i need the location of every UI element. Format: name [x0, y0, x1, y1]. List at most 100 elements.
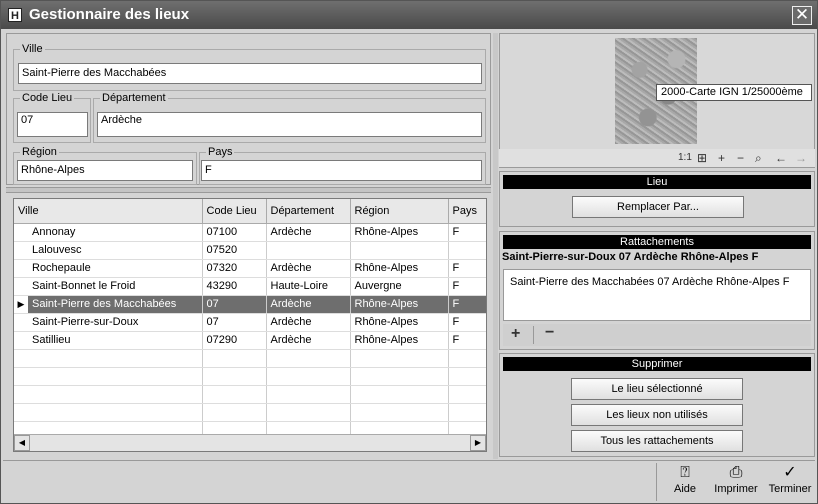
cell-pays[interactable]: F — [448, 295, 486, 314]
code-lieu-field[interactable]: 07 — [17, 112, 88, 137]
empty-cell — [14, 367, 28, 386]
cell-departement[interactable]: Ardèche — [266, 313, 351, 332]
table-row[interactable]: Lalouvesc 07520 — [14, 241, 486, 260]
help-button[interactable]: ⍰ Aide — [669, 463, 701, 495]
zoom-in-icon[interactable]: + — [718, 150, 725, 166]
table-row[interactable]: ▶ Saint-Pierre des Macchabées 07 Ardèche Rhô… — [14, 295, 486, 314]
cell-departement[interactable]: Haute-Loire — [266, 277, 351, 296]
rattachement-item[interactable]: Saint-Pierre des Macchabées 07 Ardèche R… — [504, 270, 810, 288]
cell-ville[interactable]: Rochepaule — [28, 259, 203, 278]
cell-region[interactable]: Rhône-Alpes — [350, 331, 449, 350]
empty-row — [14, 349, 486, 368]
pays-field[interactable]: F — [201, 160, 482, 181]
cell-departement[interactable]: Ardèche — [266, 331, 351, 350]
cell-code-lieu[interactable]: 07 — [202, 295, 267, 314]
cell-ville[interactable]: Satillieu — [28, 331, 203, 350]
help-icon: ⍰ — [680, 464, 690, 481]
back-arrow-icon[interactable]: ← — [775, 150, 787, 166]
printer-icon: ⎙ — [729, 464, 743, 481]
row-indicator-icon — [14, 241, 28, 260]
cell-departement[interactable]: Ardèche — [266, 223, 351, 242]
cell-pays[interactable]: F — [448, 223, 486, 242]
row-indicator-icon — [14, 223, 28, 242]
cell-pays[interactable]: F — [448, 277, 486, 296]
table-row[interactable]: Saint-Bonnet le Froid 43290 Haute-Loire Auv… — [14, 277, 486, 296]
cell-ville[interactable]: Saint-Pierre des Macchabées — [28, 295, 203, 314]
title-bar[interactable]: H Gestionnaire des lieux ✕ — [1, 1, 817, 29]
cell-departement[interactable]: Ardèche — [266, 295, 351, 314]
empty-cell — [448, 349, 486, 368]
region-label: Région — [20, 145, 59, 159]
cell-region[interactable]: Rhône-Alpes — [350, 313, 449, 332]
cell-pays[interactable]: F — [448, 313, 486, 332]
cell-ville[interactable]: Saint-Pierre-sur-Doux — [28, 313, 203, 332]
window: H Gestionnaire des lieux ✕ Ville Saint-P… — [0, 0, 818, 504]
cell-region[interactable]: Auvergne — [350, 277, 449, 296]
cell-region[interactable]: Rhône-Alpes — [350, 259, 449, 278]
search-icon[interactable]: ⌕ — [755, 150, 762, 166]
horizontal-scrollbar[interactable]: ◀ ▶ — [14, 434, 486, 451]
cell-pays[interactable] — [448, 241, 486, 260]
cell-region[interactable] — [350, 241, 449, 260]
cell-code-lieu[interactable]: 07320 — [202, 259, 267, 278]
column-header-departement[interactable]: Département — [266, 199, 351, 224]
cell-pays[interactable]: F — [448, 259, 486, 278]
column-header-code-lieu[interactable]: Code Lieu — [202, 199, 267, 224]
finish-button[interactable]: ✓ Terminer — [765, 463, 815, 495]
cell-code-lieu[interactable]: 07100 — [202, 223, 267, 242]
cell-pays[interactable]: F — [448, 331, 486, 350]
remove-icon[interactable]: − — [545, 324, 554, 342]
cell-code-lieu[interactable]: 07520 — [202, 241, 267, 260]
replace-by-button[interactable]: Remplacer Par... — [572, 196, 744, 218]
scroll-left-icon[interactable]: ◀ — [14, 435, 30, 451]
cell-departement[interactable]: Ardèche — [266, 259, 351, 278]
finish-label: Terminer — [768, 483, 812, 495]
forward-arrow-icon[interactable]: → — [795, 150, 807, 166]
ville-field[interactable]: Saint-Pierre des Macchabées — [18, 63, 482, 84]
scale-1-1-icon[interactable]: 1:1 — [678, 150, 692, 166]
zoom-out-icon[interactable]: − — [737, 150, 744, 166]
cell-code-lieu[interactable]: 07290 — [202, 331, 267, 350]
cell-region[interactable]: Rhône-Alpes — [350, 223, 449, 242]
empty-cell — [350, 349, 449, 368]
supprimer-panel: Supprimer Le lieu sélectionné Les lieux … — [499, 353, 815, 457]
cell-ville[interactable]: Saint-Bonnet le Froid — [28, 277, 203, 296]
table-row[interactable]: Saint-Pierre-sur-Doux 07 Ardèche Rhône-Alpe… — [14, 313, 486, 332]
scroll-right-icon[interactable]: ▶ — [470, 435, 486, 451]
horizontal-splitter[interactable] — [6, 187, 491, 193]
delete-selected-button[interactable]: Le lieu sélectionné — [571, 378, 743, 400]
print-button[interactable]: ⎙ Imprimer — [712, 463, 760, 495]
cell-region[interactable]: Rhône-Alpes — [350, 295, 449, 314]
rattachements-panel: Rattachements Saint-Pierre-sur-Doux 07 A… — [499, 231, 815, 350]
cell-code-lieu[interactable]: 43290 — [202, 277, 267, 296]
delete-attachments-button[interactable]: Tous les rattachements — [571, 430, 743, 452]
table-row[interactable]: Satillieu 07290 Ardèche Rhône-Alpes F — [14, 331, 486, 350]
table-row[interactable]: Rochepaule 07320 Ardèche Rhône-Alpes F — [14, 259, 486, 278]
empty-cell — [266, 385, 351, 404]
cell-code-lieu[interactable]: 07 — [202, 313, 267, 332]
close-button[interactable]: ✕ — [792, 6, 812, 25]
empty-cell — [448, 367, 486, 386]
places-table: Ville Code Lieu Département Région Pays … — [13, 198, 487, 452]
cell-ville[interactable]: Annonay — [28, 223, 203, 242]
column-header-region[interactable]: Région — [350, 199, 449, 224]
cell-departement[interactable] — [266, 241, 351, 260]
delete-unused-button[interactable]: Les lieux non utilisés — [571, 404, 743, 426]
print-label: Imprimer — [714, 483, 758, 495]
column-header-ville[interactable]: Ville — [14, 199, 203, 224]
table-header-row: Ville Code Lieu Département Région Pays — [14, 199, 486, 224]
column-header-pays[interactable]: Pays — [448, 199, 486, 224]
grid-icon[interactable]: ⊞ — [697, 150, 707, 166]
toolbar-divider — [533, 326, 534, 344]
cell-ville[interactable]: Lalouvesc — [28, 241, 203, 260]
empty-cell — [28, 385, 203, 404]
departement-label: Département — [100, 91, 168, 105]
region-field[interactable]: Rhône-Alpes — [17, 160, 193, 181]
add-icon[interactable]: + — [511, 325, 520, 343]
vertical-splitter[interactable] — [493, 33, 498, 459]
table-row[interactable]: Annonay 07100 Ardèche Rhône-Alpes F — [14, 223, 486, 242]
empty-cell — [266, 349, 351, 368]
checkmark-icon: ✓ — [783, 464, 797, 481]
empty-cell — [14, 403, 28, 422]
departement-field[interactable]: Ardèche — [97, 112, 482, 137]
